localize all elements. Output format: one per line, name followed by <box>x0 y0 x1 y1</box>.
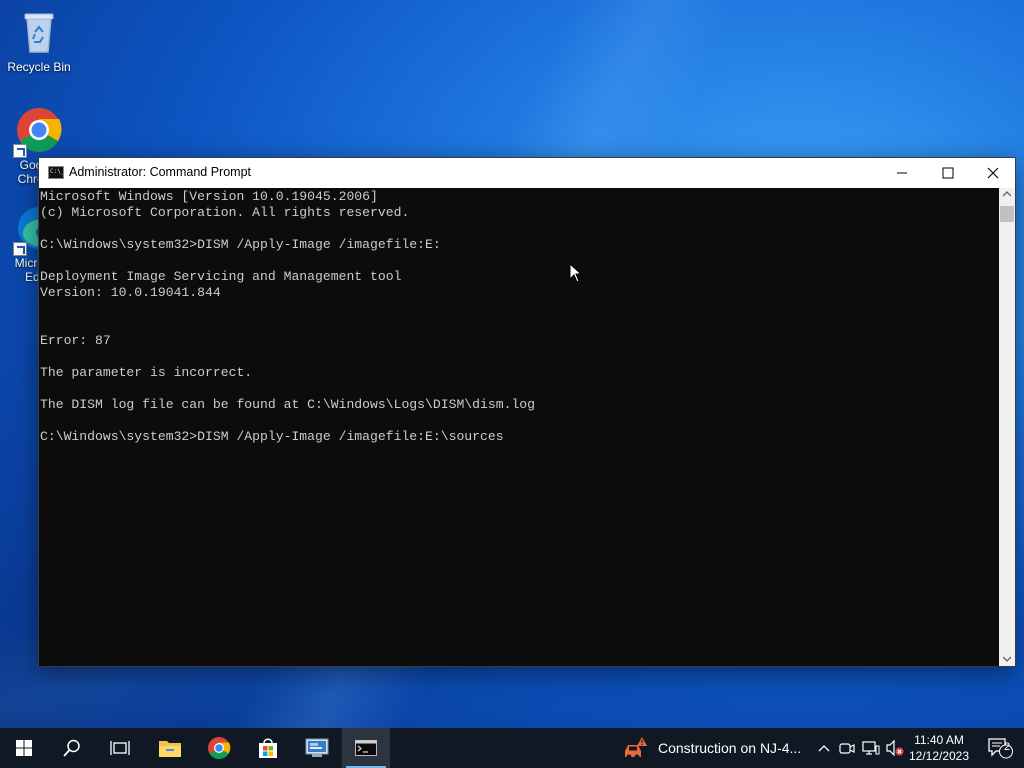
show-hidden-icons-button[interactable] <box>814 738 834 758</box>
control-panel-button[interactable] <box>293 728 341 768</box>
scrollbar-thumb[interactable] <box>1000 206 1014 222</box>
maximize-button[interactable] <box>925 158 971 188</box>
command-prompt-icon <box>48 166 64 179</box>
file-explorer-button[interactable] <box>146 728 194 768</box>
desktop-icon-chrome[interactable]: Google Chrome <box>1 106 77 186</box>
notification-count: 2 <box>1004 741 1011 753</box>
news-text: Construction on NJ-4... <box>658 740 802 756</box>
search-button[interactable] <box>48 728 96 768</box>
traffic-car-icon <box>625 737 647 760</box>
mouse-cursor-icon <box>569 263 583 283</box>
task-view-button[interactable] <box>96 728 144 768</box>
command-prompt-icon <box>355 740 377 756</box>
chrome-taskbar-button[interactable] <box>195 728 243 768</box>
windows-start-icon <box>16 740 32 756</box>
console-output[interactable]: Microsoft Windows [Version 10.0.19045.20… <box>39 188 999 666</box>
network-icon <box>862 741 880 755</box>
console-text: Microsoft Windows [Version 10.0.19045.20… <box>40 189 536 444</box>
network-button[interactable] <box>861 738 881 758</box>
vertical-scrollbar[interactable] <box>999 188 1015 666</box>
news-widget[interactable]: Construction on NJ-4... <box>622 728 810 768</box>
start-button[interactable] <box>0 728 48 768</box>
store-button[interactable] <box>244 728 292 768</box>
close-icon <box>987 167 999 179</box>
search-icon <box>63 739 80 757</box>
clock-date: 12/12/2023 <box>908 749 970 763</box>
desktop-icon-label: Recycle Bin <box>7 60 71 74</box>
close-button[interactable] <box>970 158 1016 188</box>
meet-now-icon <box>839 743 855 754</box>
clock-time: 11:40 AM <box>914 733 964 747</box>
window-title: Administrator: Command Prompt <box>69 165 252 179</box>
desktop-icon-recycle-bin[interactable]: Recycle Bin <box>1 8 77 74</box>
taskbar: Construction on NJ-4... 11:40 AM 12/12/2… <box>0 728 1024 768</box>
command-prompt-window[interactable]: Administrator: Command Prompt Microsoft … <box>38 157 1016 667</box>
chrome-icon <box>13 106 63 158</box>
system-clock[interactable]: 11:40 AM 12/12/2023 <box>906 732 972 764</box>
scroll-down-icon[interactable] <box>1003 656 1011 662</box>
maximize-icon <box>942 167 954 179</box>
minimize-icon <box>897 172 907 174</box>
chrome-icon <box>208 737 231 759</box>
store-icon <box>259 738 277 758</box>
window-titlebar[interactable]: Administrator: Command Prompt <box>39 158 1015 188</box>
minimize-button[interactable] <box>879 158 925 188</box>
action-center-button[interactable]: 2 <box>980 728 1020 768</box>
control-panel-icon <box>305 738 329 757</box>
task-view-icon <box>110 741 130 755</box>
volume-button[interactable] <box>885 738 905 758</box>
meet-now-button[interactable] <box>837 738 857 758</box>
file-explorer-icon <box>159 741 181 757</box>
recycle-bin-icon <box>15 8 63 56</box>
command-prompt-taskbar-button[interactable] <box>342 728 390 768</box>
chevron-up-icon <box>818 745 830 752</box>
scroll-up-icon[interactable] <box>1003 191 1011 197</box>
volume-muted-icon <box>886 740 904 756</box>
